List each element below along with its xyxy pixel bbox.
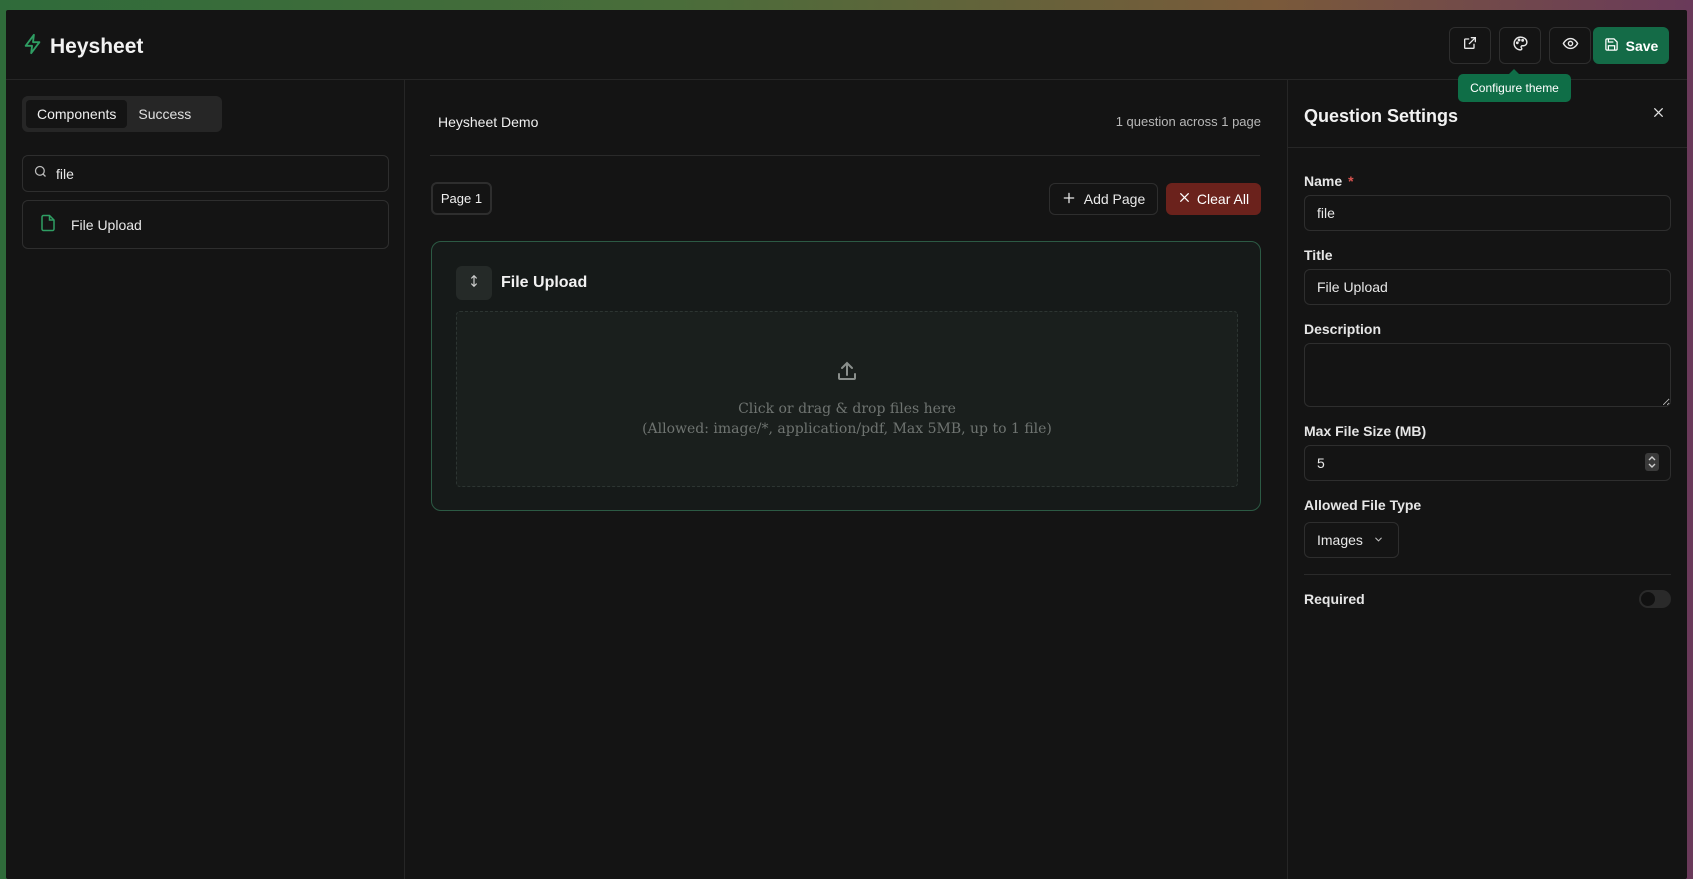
question-card[interactable]: File Upload Click or drag & drop files h… xyxy=(431,241,1261,511)
top-header: Heysheet Save xyxy=(6,10,1687,80)
number-stepper[interactable] xyxy=(1645,453,1659,471)
app-name: Heysheet xyxy=(50,34,144,58)
form-canvas: Heysheet Demo 1 question across 1 page P… xyxy=(406,80,1286,879)
close-icon xyxy=(1178,191,1191,207)
save-button[interactable]: Save xyxy=(1593,27,1669,64)
chevron-down-icon xyxy=(1373,532,1384,548)
close-icon xyxy=(1652,106,1665,124)
lightning-icon xyxy=(22,32,44,61)
search-icon xyxy=(33,164,48,184)
name-label-text: Name xyxy=(1304,173,1343,189)
allowed-file-type-label: Allowed File Type xyxy=(1304,497,1422,513)
save-label: Save xyxy=(1625,37,1659,54)
title-label: Title xyxy=(1304,247,1333,263)
name-label: Name * xyxy=(1304,173,1354,189)
name-field[interactable] xyxy=(1304,195,1671,231)
component-label: File Upload xyxy=(71,216,142,233)
app-window: Heysheet Save Configure theme Components… xyxy=(6,10,1687,879)
question-settings-panel: Question Settings Name * Title Descriptio… xyxy=(1287,80,1687,879)
upload-icon xyxy=(835,359,859,389)
tab-components[interactable]: Components xyxy=(26,100,128,128)
clear-all-button[interactable]: Clear All xyxy=(1166,183,1261,215)
component-search xyxy=(22,155,389,192)
file-type-select[interactable]: Images xyxy=(1304,522,1399,558)
panel-tabs: Components Success xyxy=(22,96,222,132)
file-dropzone[interactable]: Click or drag & drop files here (Allowed… xyxy=(456,311,1238,487)
max-file-size-label: Max File Size (MB) xyxy=(1304,423,1427,439)
components-panel: Components Success File Upload xyxy=(6,80,405,879)
open-external-button[interactable] xyxy=(1449,27,1491,64)
app-logo[interactable]: Heysheet xyxy=(22,32,143,61)
add-page-button[interactable]: Add Page xyxy=(1049,183,1158,215)
question-title: File Upload xyxy=(501,274,588,291)
palette-icon xyxy=(1512,35,1529,57)
dropzone-instructions: Click or drag & drop files here xyxy=(738,401,956,417)
required-star: * xyxy=(1348,173,1354,189)
description-label: Description xyxy=(1304,321,1382,337)
panel-title: Question Settings xyxy=(1304,106,1459,126)
component-item-file-upload[interactable]: File Upload xyxy=(22,200,389,249)
file-type-value: Images xyxy=(1317,532,1363,548)
form-title: Heysheet Demo xyxy=(438,114,539,130)
move-vertical-icon xyxy=(467,272,481,295)
search-input[interactable] xyxy=(56,165,356,182)
close-settings-button[interactable] xyxy=(1649,106,1667,124)
floppy-disk-icon xyxy=(1604,37,1619,55)
eye-icon xyxy=(1562,35,1579,57)
max-file-size-field[interactable] xyxy=(1304,445,1671,481)
file-icon xyxy=(39,213,57,236)
description-field[interactable] xyxy=(1304,343,1671,407)
required-toggle[interactable] xyxy=(1639,590,1671,608)
form-summary: 1 question across 1 page xyxy=(1115,114,1261,129)
title-field[interactable] xyxy=(1304,269,1671,305)
divider xyxy=(430,155,1260,156)
configure-theme-button[interactable] xyxy=(1499,27,1541,64)
tab-page-1[interactable]: Page 1 xyxy=(431,182,492,215)
add-page-label: Add Page xyxy=(1083,191,1146,207)
external-link-icon xyxy=(1462,35,1478,56)
max-file-size-wrapper xyxy=(1304,445,1671,481)
dropzone-allowed: (Allowed: image/*, application/pdf, Max … xyxy=(642,421,1052,437)
tab-success[interactable]: Success xyxy=(127,100,202,128)
drag-handle[interactable] xyxy=(456,266,492,300)
preview-button[interactable] xyxy=(1549,27,1591,64)
divider xyxy=(1288,147,1687,148)
clear-all-label: Clear All xyxy=(1196,191,1250,207)
plus-icon xyxy=(1062,191,1076,208)
required-label: Required xyxy=(1304,591,1365,607)
divider xyxy=(1304,574,1671,575)
